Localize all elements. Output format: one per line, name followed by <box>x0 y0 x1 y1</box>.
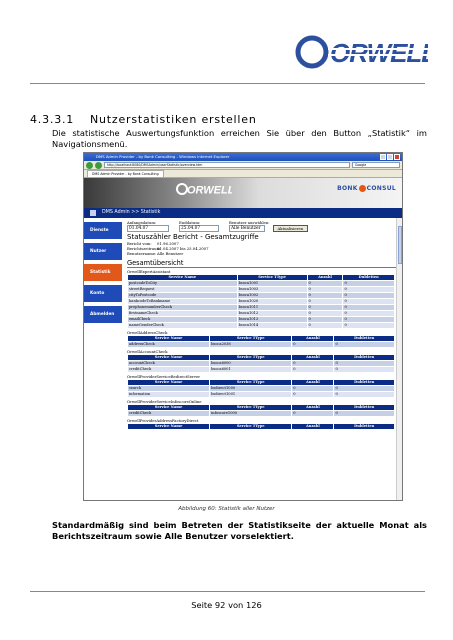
window-titlebar: DMS Admin Provider - by Bonk Consulting … <box>84 153 402 161</box>
table-cell: information <box>126 390 211 398</box>
column-header: Service Name <box>126 422 211 430</box>
statistics-table: Service Name Service TType Anzahl Dubletten… <box>126 334 395 348</box>
sidebar-item-statistik[interactable]: Statistik <box>84 264 122 281</box>
table-cell: creditCheck <box>126 365 211 373</box>
statistics-content: Anfangsdatum: 01.04.07 Enddatum: 25.04.07 … <box>124 218 402 500</box>
banner-logo-text: ORWELL <box>187 185 232 197</box>
orwell-logo: ORWELL <box>295 35 428 69</box>
info-value: Alle Benutzer <box>157 251 184 257</box>
column-header: Dubletten <box>333 422 395 430</box>
page-number: Seite 92 von 126 <box>191 600 262 610</box>
browser-screenshot: DMS Admin Provider - by Bonk Consulting … <box>83 152 403 501</box>
table-cell: bsoca1014 <box>236 321 308 329</box>
user-select-label: Benutzer auswählen: <box>229 220 270 225</box>
statistics-table: Service Name Service TType Anzahl Dubletten… <box>126 378 395 398</box>
breadcrumb-text: DMS Admin >> Statistik <box>102 210 161 215</box>
table-row: addressCheck bsoca2038 0 0 <box>126 340 395 348</box>
search-input[interactable]: Google <box>352 162 400 168</box>
table-cell: 0 <box>333 390 395 398</box>
table-cell: 0 <box>342 321 395 329</box>
statistics-table: Service Name Service TType Anzahl Dubletten <box>126 422 395 430</box>
minimize-icon[interactable] <box>380 154 386 160</box>
figure-caption: Abbildung 60: Statistik aller Nutzer <box>178 506 275 512</box>
header-rule <box>30 83 425 84</box>
section-number: 4.3.3.1 <box>30 113 75 126</box>
table-cell: infoscore1000 <box>209 409 293 417</box>
table-cell: 0 <box>291 365 335 373</box>
table-row: creditCheck infoscore1000 0 0 <box>126 409 395 417</box>
refresh-button[interactable]: Aktualisieren <box>272 225 309 232</box>
app-icon <box>90 210 96 216</box>
url-input[interactable]: http://localhost:8080/DMSAdmin/userStati… <box>104 162 350 168</box>
statistics-table: Service Name Service TType Anzahl Dubletten… <box>126 353 395 373</box>
column-header: Service TType <box>209 422 293 430</box>
table-cell: addressCheck <box>126 340 211 348</box>
browser-tab[interactable]: DMS Admin Provider - by Bonk Consulting <box>87 170 164 177</box>
partner-name-2: CONSUL <box>366 185 396 192</box>
table-row: information bsdirect1001 0 0 <box>126 390 395 398</box>
overview-title: Gesamtübersicht <box>127 259 399 268</box>
statistics-groups: OrwellExpertAssistant Service Name Service… <box>126 269 399 430</box>
table-cell: creditCheck <box>126 409 211 417</box>
app-banner: ORWELL BONK CONSUL <box>84 178 402 208</box>
tab-strip: DMS Admin Provider - by Bonk Consulting <box>84 170 402 178</box>
sidebar-item-konto[interactable]: Konto <box>84 285 122 302</box>
sidebar-item-abmelden[interactable]: Abmelden <box>84 306 122 323</box>
report-info: Bericht vom: 01.96.2007 Berichtszeitraum:0… <box>127 241 399 257</box>
breadcrumb: DMS Admin >> Statistik <box>84 208 402 218</box>
report-title: Statuszähler Bericht - Gesamtzugriffe <box>127 233 259 241</box>
forward-icon[interactable] <box>95 161 102 169</box>
orwell-banner-logo: ORWELL <box>176 183 232 197</box>
statistics-table: Service Name Service TType Anzahl Dubletten… <box>126 403 395 417</box>
table-cell: 0 <box>333 365 395 373</box>
user-select[interactable]: Alle Benutzer <box>229 225 265 232</box>
scrollbar-thumb[interactable] <box>398 226 402 264</box>
table-cell: 0 <box>333 409 395 417</box>
end-date-input[interactable]: 25.04.07 <box>179 225 219 232</box>
column-header: Anzahl <box>291 422 335 430</box>
filter-bar: Anfangsdatum: 01.04.07 Enddatum: 25.04.07 … <box>127 220 399 232</box>
maximize-icon[interactable] <box>387 154 393 160</box>
info-key: Benutzername: <box>127 251 157 257</box>
sidebar-item-dienste[interactable]: Dienste <box>84 222 122 239</box>
window-title: DMS Admin Provider - by Bonk Consulting … <box>96 154 230 159</box>
table-cell: bsoca6001 <box>209 365 293 373</box>
statistics-table: Service Name Service TType Anzahl Dubletten… <box>127 273 395 329</box>
table-cell: 0 <box>306 321 344 329</box>
orwell-logo-text: ORWELL <box>330 38 428 68</box>
table-row: nameGenderCheck bsoca1014 0 0 <box>127 321 395 329</box>
table-cell: nameGenderCheck <box>127 321 238 329</box>
back-icon[interactable] <box>86 161 93 169</box>
close-icon[interactable] <box>394 154 400 160</box>
scrollbar[interactable] <box>396 218 402 500</box>
address-bar: http://localhost:8080/DMSAdmin/userStati… <box>84 161 402 170</box>
sidebar-item-nutzer[interactable]: Nutzer <box>84 243 122 260</box>
bold-paragraph: Standardmäßig sind beim Betreten der Sta… <box>52 520 427 541</box>
nav-sidebar: Dienste Nutzer Statistik Konto Abmelden <box>84 218 124 500</box>
info-row: Benutzername:Alle Benutzer <box>127 251 399 256</box>
table-cell: 0 <box>291 390 335 398</box>
table-cell: bsoca2038 <box>209 340 293 348</box>
table-cell: 0 <box>291 340 335 348</box>
bonk-circle-icon <box>358 185 366 192</box>
start-date-input[interactable]: 01.04.07 <box>127 225 169 232</box>
footer-rule <box>30 591 425 592</box>
table-cell: 0 <box>333 340 395 348</box>
partner-name-1: BONK <box>337 185 358 192</box>
intro-paragraph: Die statistische Auswertungsfunktion err… <box>52 128 427 149</box>
table-row: creditCheck bsoca6001 0 0 <box>126 365 395 373</box>
table-cell: bsdirect1001 <box>209 390 293 398</box>
bonk-consulting-logo: BONK CONSUL <box>337 185 396 192</box>
section-heading: 4.3.3.1 Nutzerstatistiken erstellen <box>30 113 257 126</box>
section-title: Nutzerstatistiken erstellen <box>90 113 257 126</box>
table-cell: 0 <box>291 409 335 417</box>
